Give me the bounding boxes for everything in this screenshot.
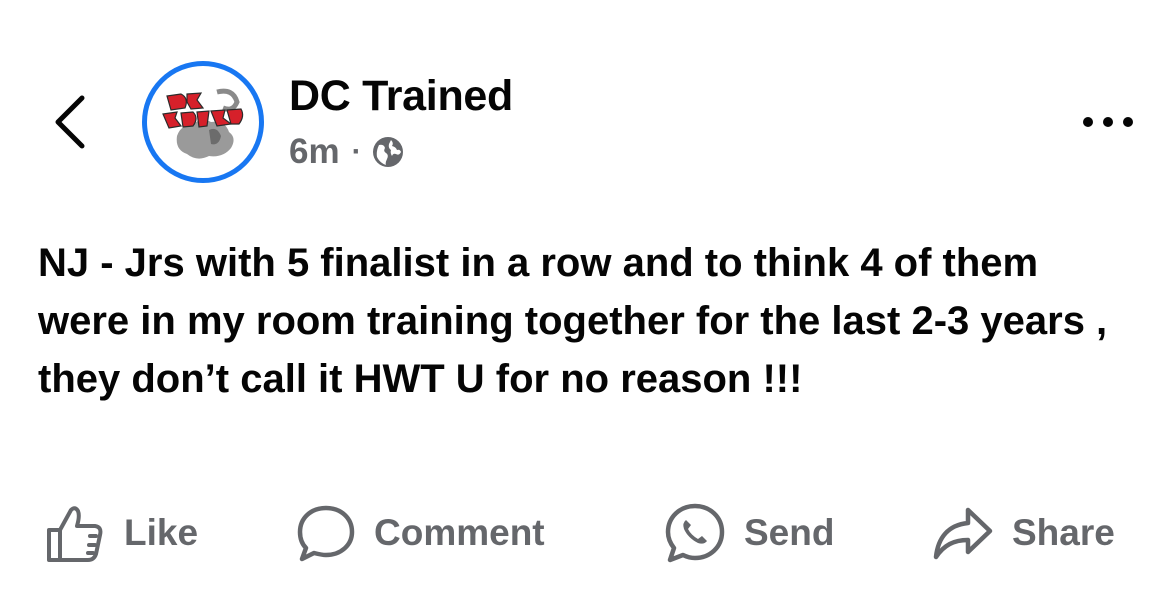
send-label: Send	[744, 512, 835, 553]
page-avatar[interactable]	[142, 61, 264, 183]
share-arrow-icon	[933, 507, 993, 560]
comment-label: Comment	[374, 512, 545, 553]
post-text: NJ - Jrs with 5 finalist in a row and to…	[38, 241, 1108, 401]
like-button[interactable]: Like	[44, 498, 198, 568]
messenger-send-icon	[665, 503, 725, 563]
more-horizontal-icon	[1083, 117, 1133, 127]
thumbs-up-icon	[47, 506, 103, 562]
page-name[interactable]: DC Trained	[289, 70, 513, 122]
dc-trained-logo	[149, 68, 257, 176]
share-button[interactable]: Share	[932, 498, 1115, 568]
post-meta: 6m ·	[289, 130, 404, 174]
more-options-button[interactable]	[1076, 104, 1140, 140]
like-label: Like	[124, 512, 199, 553]
post-timestamp[interactable]: 6m	[289, 132, 340, 172]
comment-button[interactable]: Comment	[296, 498, 545, 568]
post-action-bar: Like Comment Send Share	[0, 498, 1169, 568]
send-button[interactable]: Send	[664, 498, 834, 568]
globe-icon[interactable]	[372, 136, 404, 168]
meta-separator: ·	[351, 135, 362, 168]
chevron-left-icon	[55, 95, 85, 149]
back-button[interactable]	[48, 92, 92, 152]
comment-bubble-icon	[297, 505, 355, 562]
share-label: Share	[1012, 512, 1115, 553]
